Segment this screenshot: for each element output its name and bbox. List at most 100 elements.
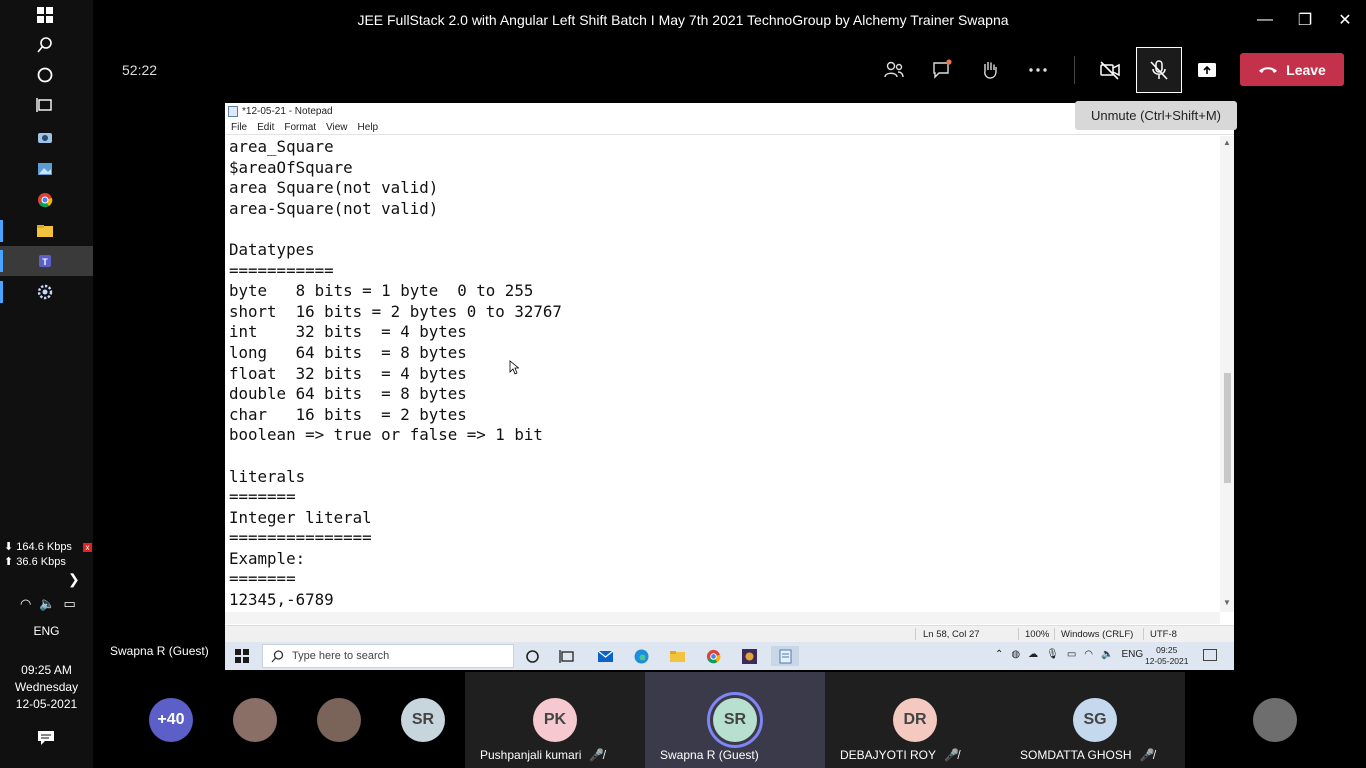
mic-off-icon: 🎤̸ [589,748,605,762]
task-view-button[interactable] [553,646,581,666]
mic-toggle-button[interactable] [1136,47,1182,93]
camera-toggle-button[interactable] [1087,47,1133,93]
chat-icon [933,59,952,79]
network-icon[interactable]: ◍ [1011,649,1020,660]
avatar[interactable]: PK [533,698,577,742]
game-icon [741,648,757,664]
participant-tile[interactable]: SR Swapna R (Guest) [645,672,825,768]
participant-name: Swapna R (Guest) [660,748,759,762]
avatar[interactable] [233,698,277,742]
meeting-timer: 52:22 [122,62,158,78]
taskbar-app-teams[interactable]: T [0,246,93,276]
cortana-button[interactable] [0,60,93,90]
mail-icon [597,650,613,662]
participant-name-text: SOMDATTA GHOSH [1020,748,1132,762]
taskbar-app-game[interactable] [735,646,763,666]
text-line: area Square(not valid) [229,178,439,198]
windows-taskbar: T ⬇ 164.6 Kbps ⬆ 36.6 Kbps x ❯ ◠ 🔈 ▭ ENG… [0,0,93,768]
taskbar-app-settings[interactable] [0,277,93,307]
raise-hand-button[interactable] [967,47,1013,93]
close-icon[interactable]: x [83,543,92,552]
microphone-icon[interactable]: 🎙 [1046,649,1059,660]
horizontal-scrollbar[interactable] [225,612,1220,624]
text-line: byte 8 bits = 1 byte 0 to 255 [229,281,534,301]
text-line: ======= [229,487,296,507]
volume-icon[interactable]: 🔈 [39,596,55,612]
vertical-scrollbar[interactable]: ▲ ▼ [1220,136,1234,612]
chat-button[interactable] [919,47,965,93]
participants-button[interactable] [871,47,917,93]
menu-edit[interactable]: Edit [257,122,274,133]
avatar[interactable] [317,698,361,742]
task-view-icon [558,649,574,663]
restore-button[interactable]: ❐ [1285,0,1325,40]
cortana-button[interactable] [518,646,546,666]
language-indicator[interactable]: ENG [1121,649,1143,660]
taskbar-app-chrome[interactable] [0,185,93,215]
taskbar-app-edge[interactable] [627,646,655,666]
cortana-icon [525,649,539,663]
chevron-right-icon[interactable]: ❯ [68,571,84,587]
meeting-controls: 52:22 Leave [93,40,1366,100]
taskbar-search-button[interactable] [0,30,93,60]
avatar[interactable]: DR [893,698,937,742]
menu-view[interactable]: View [326,122,348,133]
folder-icon [37,225,53,237]
task-view-button[interactable] [0,90,93,120]
clock-day: Wednesday [14,680,79,694]
participant-tile[interactable]: DR DEBAJYOTI ROY 🎤̸ [825,672,1005,768]
menu-file[interactable]: File [231,122,247,133]
language-indicator[interactable]: ENG [0,624,93,638]
taskbar-app-notepad[interactable] [771,646,799,666]
close-window-button[interactable]: ✕ [1325,0,1365,40]
text-line: long 64 bits = 8 bytes [229,342,467,362]
clock-date: 12-05-2021 [15,697,78,711]
share-icon [1198,63,1216,77]
text-line: ======= [229,569,296,589]
avatar-initials: PK [543,711,567,728]
wifi-icon[interactable]: ◠ [1084,649,1093,660]
notification-icon[interactable] [1203,649,1217,661]
wifi-icon[interactable]: ◠ [20,596,31,612]
taskbar-app-file-explorer[interactable] [0,216,93,246]
chrome-icon [706,649,720,663]
taskbar-search-box[interactable]: Type here to search [262,644,514,668]
avatar[interactable]: SG [1073,698,1117,742]
start-button[interactable] [0,0,93,30]
taskbar-app-photos[interactable] [0,154,93,184]
scrollbar-thumb[interactable] [1224,373,1231,483]
notepad-window: *12-05-21 - Notepad File Edit Format Vie… [225,103,1234,670]
participant-tile[interactable]: PK Pushpanjali kumari 🎤̸ [465,672,645,768]
avatar[interactable]: SR [401,698,445,742]
mic-off-icon: 🎤̸ [1139,748,1155,762]
participant-strip: +40 SR PK Pushpanjali kumari 🎤̸ SR Swapna R (G… [93,672,1366,768]
avatar-initials: SG [1083,711,1107,728]
scroll-up-icon[interactable]: ▲ [1223,138,1231,147]
avatar[interactable] [1253,698,1297,742]
text-line: float 32 bits = 4 bytes [229,363,467,383]
menu-format[interactable]: Format [284,122,316,133]
menu-help[interactable]: Help [358,122,379,133]
participant-tile[interactable]: SG SOMDATTA GHOSH 🎤̸ [1005,672,1185,768]
notification-icon[interactable] [37,730,55,746]
battery-icon[interactable]: ▭ [64,596,76,612]
battery-icon[interactable]: ▭ [1067,649,1076,660]
cloud-icon[interactable]: ☁ [1028,649,1038,660]
taskbar-clock[interactable]: 09:25 AM Wednesday 12-05-2021 [0,662,93,713]
more-actions-button[interactable] [1015,47,1061,93]
minimize-button[interactable]: — [1245,0,1285,40]
shared-taskbar-clock[interactable]: 09:25 12-05-2021 [1145,645,1188,667]
windows-logo-icon[interactable] [235,649,249,663]
leave-button[interactable]: Leave [1240,53,1344,86]
scroll-down-icon[interactable]: ▼ [1223,598,1231,607]
taskbar-app-mail[interactable] [591,646,619,666]
taskbar-app-file-explorer[interactable] [663,646,691,666]
download-speed: 164.6 Kbps [16,541,72,553]
taskbar-app-chrome[interactable] [699,646,727,666]
taskbar-app-camera[interactable] [0,122,93,152]
chevron-up-icon[interactable]: ⌃ [995,649,1003,660]
volume-icon[interactable]: 🔈 [1101,649,1113,660]
notepad-text-area[interactable]: area_Square $areaOfSquare area Square(not … [229,137,1219,611]
avatar[interactable]: +40 [149,698,193,742]
share-screen-button[interactable] [1184,47,1230,93]
